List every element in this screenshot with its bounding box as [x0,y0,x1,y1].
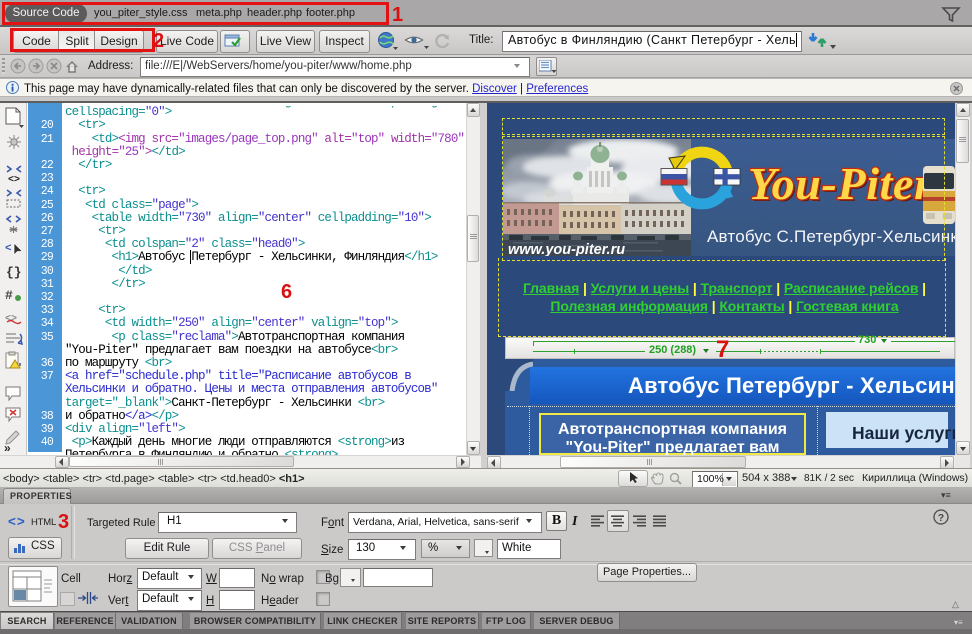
svg-text:?: ? [938,512,944,524]
